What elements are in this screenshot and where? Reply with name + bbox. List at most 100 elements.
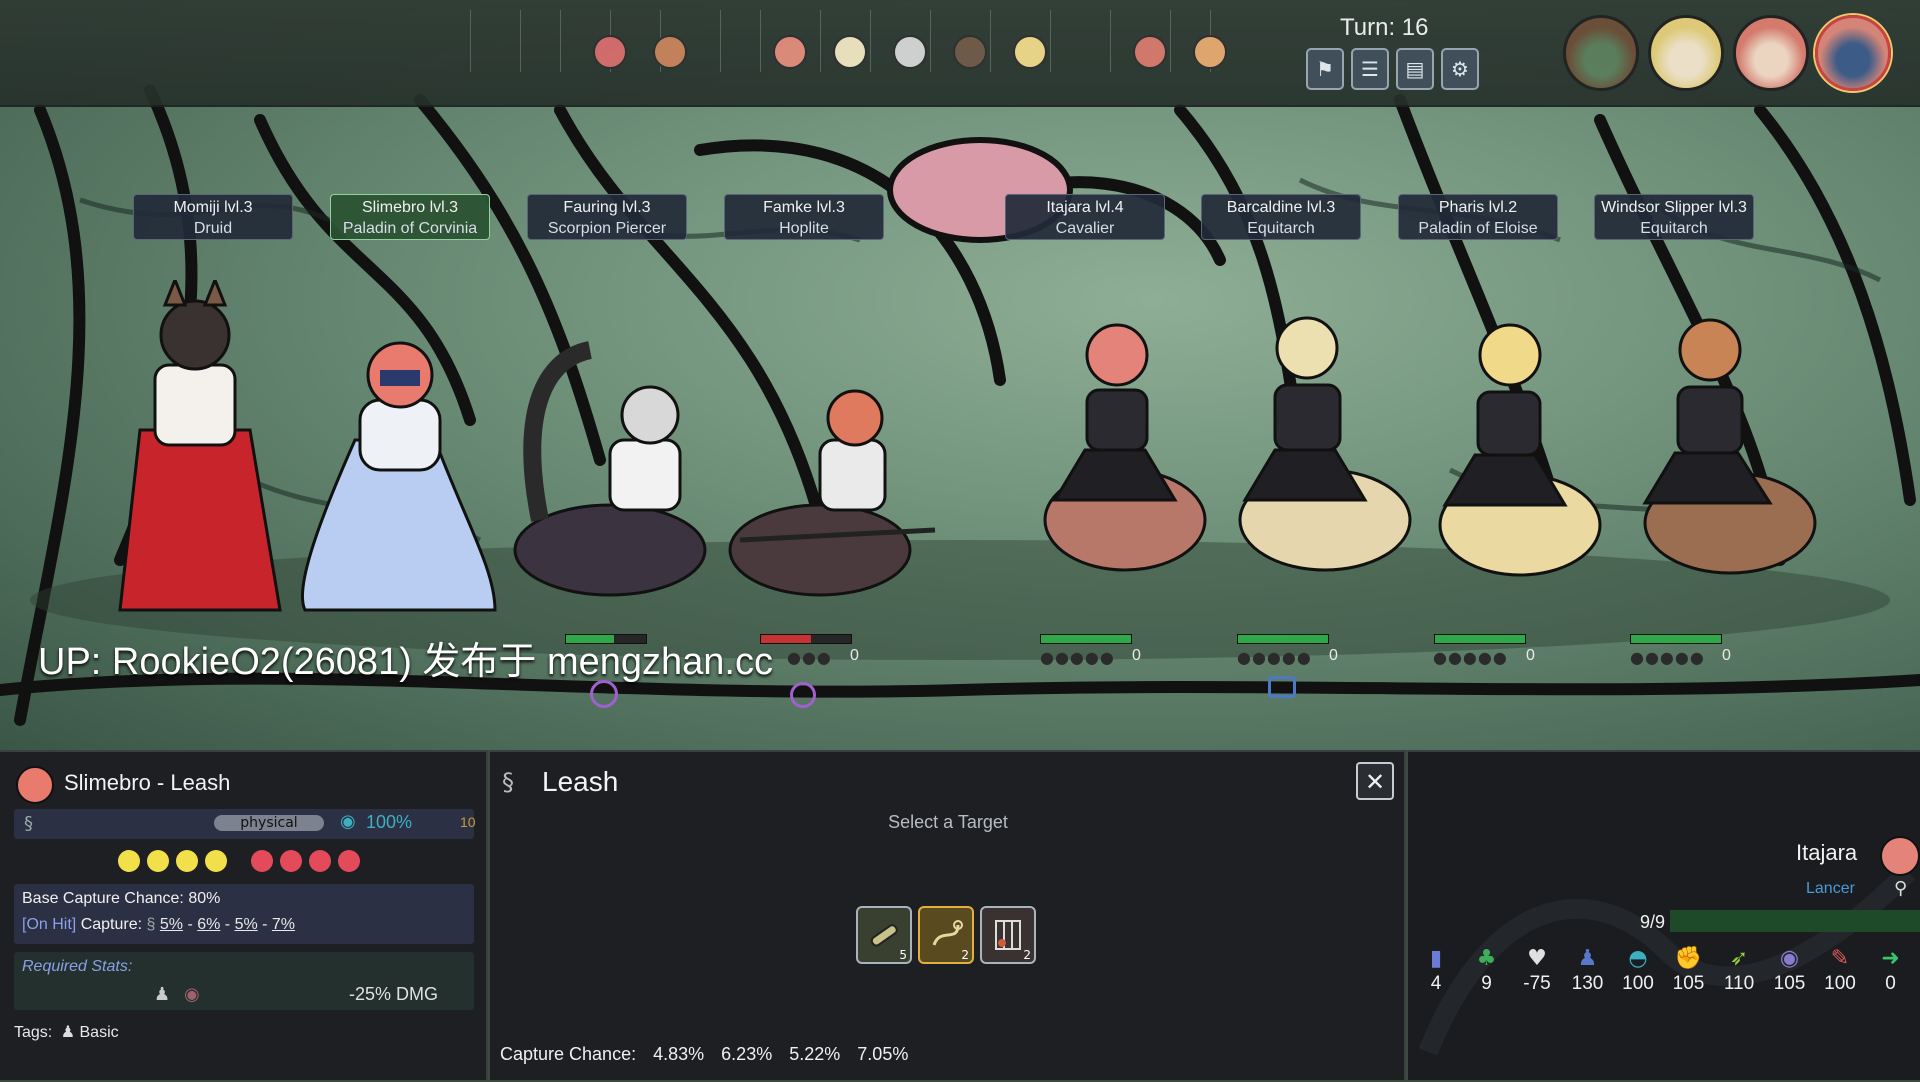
capture-chance-1: 4.83% xyxy=(653,1044,705,1064)
item-count: 5 xyxy=(899,948,907,962)
list-button[interactable]: ☰ xyxy=(1351,48,1389,90)
capture-chance-row: Capture Chance: 4.83% 6.23% 5.22% 7.05% xyxy=(500,1044,908,1065)
hp-bar xyxy=(1237,634,1329,644)
rank-dot xyxy=(118,850,140,872)
hp-bar xyxy=(1434,634,1526,644)
turn-order-head[interactable] xyxy=(953,35,987,69)
stat-arrow[interactable]: ➜ 0 xyxy=(1869,945,1913,995)
lust-count: 0 xyxy=(1722,647,1731,664)
eye-icon: ◉ xyxy=(1779,946,1800,971)
capture-chance-2: 6.23% xyxy=(721,1044,773,1064)
turn-order-head[interactable] xyxy=(653,35,687,69)
settings-button[interactable]: ⚙ xyxy=(1441,48,1479,90)
book-icon: ▤ xyxy=(1405,57,1425,81)
figure-icon: ♟ xyxy=(1577,946,1598,971)
unit-sprite-momiji[interactable] xyxy=(110,280,290,620)
skill-name: Leash xyxy=(542,766,619,797)
feather-icon: ➶ xyxy=(1729,946,1749,971)
rank-dot xyxy=(205,850,227,872)
unit-sprite-famke[interactable] xyxy=(720,380,940,610)
stat-speech[interactable]: ✎ 100 xyxy=(1818,945,1862,995)
lust-pips: ●●● xyxy=(787,648,832,667)
turn-order-head[interactable] xyxy=(833,35,867,69)
bandage-item[interactable]: 5 xyxy=(856,906,912,964)
unit-nameplate[interactable]: Itajara lvl.4 Cavalier xyxy=(1005,194,1165,240)
hp-bar xyxy=(760,634,852,644)
stat-value: 105 xyxy=(1773,973,1806,994)
eye-icon: ◉ xyxy=(184,984,200,1005)
book-button[interactable]: ▤ xyxy=(1396,48,1434,90)
unit-nameplate[interactable]: Windsor Slipper lvl.3 Equitarch xyxy=(1594,194,1754,240)
leash-item-selected[interactable]: 2 xyxy=(918,906,974,964)
hp-bar xyxy=(1040,634,1132,644)
cage-item[interactable]: 2 xyxy=(980,906,1036,964)
stat-heart[interactable]: ♥ -75 xyxy=(1515,945,1559,995)
lust-pips: ●●●●● xyxy=(1630,648,1705,667)
party-portrait[interactable] xyxy=(1733,15,1809,91)
unit-nameplate[interactable]: Famke lvl.3 Hoplite xyxy=(724,194,884,240)
tags-label: Tags: xyxy=(14,1024,53,1041)
bound-status-icon xyxy=(1268,676,1296,698)
capture-chance-4: 7.05% xyxy=(857,1044,909,1064)
hp-bar xyxy=(1630,634,1722,644)
unit-nameplate[interactable]: Momiji lvl.3 Druid xyxy=(133,194,293,240)
party-portrait[interactable] xyxy=(1648,15,1724,91)
unit-sprite-windsor[interactable] xyxy=(1620,295,1820,620)
turn-order-head[interactable] xyxy=(1133,35,1167,69)
unit-sprite-fauring[interactable] xyxy=(500,340,730,610)
stat-figure[interactable]: ♟ 130 xyxy=(1566,945,1610,995)
close-button[interactable]: ✕ xyxy=(1356,762,1394,800)
cage-icon xyxy=(995,920,1021,950)
stat-value: 4 xyxy=(1430,973,1442,994)
turn-counter: Turn: 16 xyxy=(1340,14,1429,41)
stat-clover[interactable]: ♣ 9 xyxy=(1465,945,1509,995)
turn-order-head[interactable] xyxy=(593,35,627,69)
unit-sprite-slimebro[interactable] xyxy=(295,330,505,620)
skill-title: Slimebro - Leash xyxy=(64,770,231,795)
stat-value: 0 xyxy=(1885,973,1896,994)
rank-dot xyxy=(176,850,198,872)
stat-helmet[interactable]: ◓ 100 xyxy=(1616,945,1660,995)
leash-icon xyxy=(932,920,963,946)
target-stats-panel: Itajara Lancer ⚲ 9/9 xyxy=(1408,750,1920,1080)
unit-nameplate[interactable]: Fauring lvl.3 Scorpion Piercer xyxy=(527,194,687,240)
stat-feather[interactable]: ➶ 110 xyxy=(1717,945,1761,995)
level-icon: ▮ xyxy=(1429,946,1443,971)
turn-order-head[interactable] xyxy=(1013,35,1047,69)
capture-chance-3: 5.22% xyxy=(789,1044,841,1064)
stat-level[interactable]: ▮ 4 xyxy=(1414,945,1458,995)
helmet-icon: ◓ xyxy=(1628,946,1648,971)
gear-icon: ⚙ xyxy=(1451,57,1469,81)
crit-value: 10 xyxy=(460,814,476,830)
unit-nameplate[interactable]: Slimebro lvl.3 Paladin of Corvinia xyxy=(330,194,490,240)
unit-sprite-barcaldine[interactable] xyxy=(1215,290,1415,620)
capture-rank-2: 6% xyxy=(197,916,221,933)
stat-fist[interactable]: ✊ 105 xyxy=(1667,945,1711,995)
unit-sprite-pharis[interactable] xyxy=(1420,300,1610,620)
stat-value: 9 xyxy=(1481,973,1492,994)
flag-button[interactable]: ⚑ xyxy=(1306,48,1344,90)
rank-dot xyxy=(309,850,331,872)
party-portrait[interactable] xyxy=(1563,15,1639,91)
arrow-icon: ➜ xyxy=(1881,946,1900,971)
unit-nameplate[interactable]: Barcaldine lvl.3 Equitarch xyxy=(1201,194,1361,240)
capture-label: Capture: xyxy=(80,916,143,933)
active-portrait[interactable] xyxy=(1815,15,1891,91)
target-name: Itajara xyxy=(1796,840,1858,865)
turn-order-head[interactable] xyxy=(773,35,807,69)
leash-icon: § xyxy=(24,813,33,834)
skill-type-row: § physical ◉ 100% 10 xyxy=(14,809,476,839)
turn-order-head[interactable] xyxy=(893,35,927,69)
turn-order-bar: Turn: 16 ⚑ ☰ ▤ ⚙ xyxy=(0,0,1920,107)
lust-count: 0 xyxy=(850,647,859,664)
required-stats-label: Required Stats: xyxy=(22,958,133,975)
stat-value: 105 xyxy=(1672,973,1705,994)
unit-nameplate[interactable]: Pharis lvl.2 Paladin of Eloise xyxy=(1398,194,1558,240)
turn-order-head[interactable] xyxy=(1193,35,1227,69)
speech-icon: ✎ xyxy=(1830,946,1850,971)
unit-sprite-itajara[interactable] xyxy=(1025,300,1215,620)
heart-icon: ♥ xyxy=(1527,946,1547,971)
stat-eye[interactable]: ◉ 105 xyxy=(1768,945,1812,995)
pin-icon[interactable]: ⚲ xyxy=(1894,878,1907,899)
leash-icon: § xyxy=(502,768,514,796)
